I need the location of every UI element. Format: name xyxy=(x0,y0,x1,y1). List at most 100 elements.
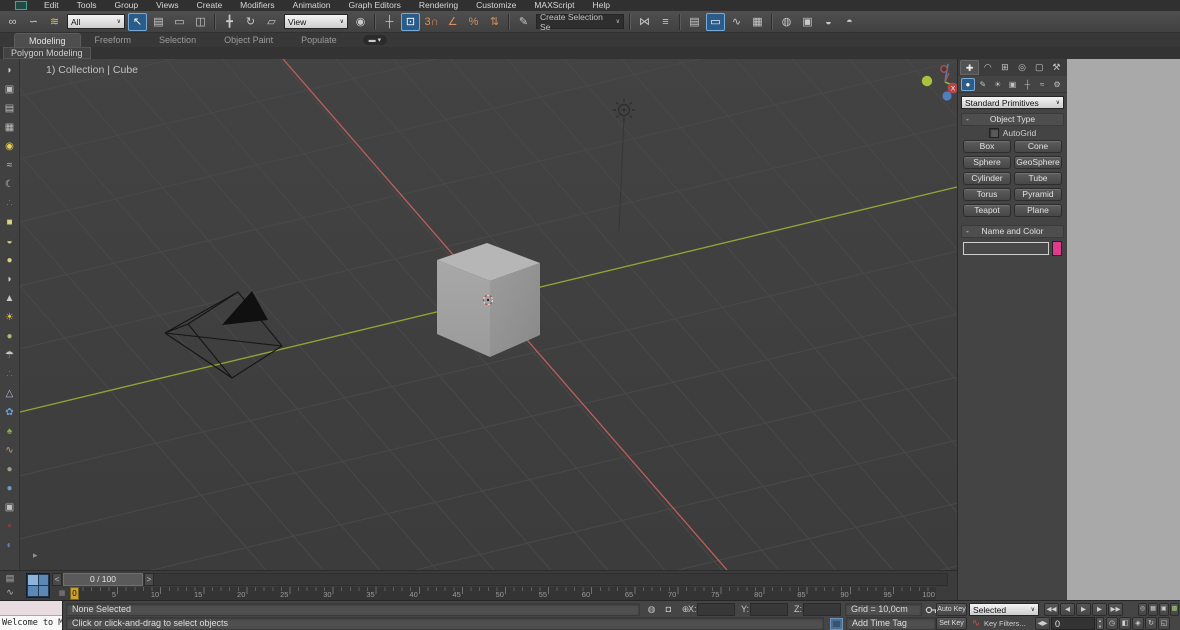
list-panel-icon[interactable]: ▤ xyxy=(2,99,18,118)
panel-toggle-icon[interactable]: ▤ xyxy=(2,572,18,585)
tab-motion-icon[interactable]: ◎ xyxy=(1014,60,1031,75)
layer-manager-icon[interactable]: ▤ xyxy=(685,13,704,31)
subtab-cameras-icon[interactable]: ▣ xyxy=(1006,78,1020,91)
select-and-link-icon[interactable]: ∞ xyxy=(3,13,22,31)
menu-item[interactable]: Create xyxy=(188,0,232,11)
listener-text[interactable]: Welcome to M xyxy=(0,616,62,630)
previous-frame-arrow[interactable]: < xyxy=(52,573,62,586)
frame-spinner[interactable]: ▴ ▾ xyxy=(1096,617,1104,630)
auto-key-button[interactable]: Auto Key xyxy=(936,603,967,616)
render-iterative-icon[interactable]: ◓ xyxy=(840,13,859,31)
viewport-layout-button[interactable] xyxy=(26,573,50,598)
menu-item[interactable]: Animation xyxy=(284,0,340,11)
spinner-snap-icon[interactable]: ⇅ xyxy=(485,13,504,31)
navigation-gizmo[interactable]: X xyxy=(918,60,957,105)
primitive-button[interactable]: GeoSphere xyxy=(1014,156,1062,169)
expand-arrow-icon[interactable]: ▸ xyxy=(33,550,38,561)
render-setup-icon[interactable]: ◍ xyxy=(777,13,796,31)
primitive-button[interactable]: Cone xyxy=(1014,140,1062,153)
rain-icon[interactable]: ☂ xyxy=(2,346,18,365)
y-coordinate-field[interactable] xyxy=(750,603,788,616)
track-bar[interactable]: 5 10 15 20 25 30 35 40 45 50 55 60 65 70 75 80 85 90 95 100… xyxy=(70,587,936,600)
grid-panel-icon[interactable]: ▦ xyxy=(2,118,18,137)
sphere-shaded-icon[interactable]: ◐ xyxy=(2,536,18,555)
current-frame-marker[interactable]: 0 xyxy=(70,587,79,600)
percent-snap-icon[interactable]: % xyxy=(464,13,483,31)
object-type-rollout-header[interactable]: - Object Type xyxy=(961,113,1064,126)
mirror-icon[interactable]: ⋈ xyxy=(635,13,654,31)
use-pivot-point-center-icon[interactable]: ◉ xyxy=(351,13,370,31)
ribbon-tab[interactable]: Populate xyxy=(287,33,351,47)
application-icon[interactable] xyxy=(15,1,27,10)
snap-toggle-3d-icon[interactable]: 3∩ xyxy=(422,13,441,31)
polygon-modeling-panel-button[interactable]: Polygon Modeling xyxy=(3,47,91,59)
key-selection-dropdown[interactable]: Selected ∨ xyxy=(969,603,1039,616)
ribbon-toggle-icon[interactable]: ▭ xyxy=(706,12,725,31)
align-icon[interactable]: ≡ xyxy=(656,13,675,31)
menu-item[interactable]: Rendering xyxy=(410,0,467,11)
dome-primitive-icon[interactable]: ◒ xyxy=(2,232,18,251)
curve-editor-icon[interactable]: ∿ xyxy=(727,13,746,31)
subtab-lights-icon[interactable]: ☀ xyxy=(991,78,1005,91)
time-slider-groove[interactable] xyxy=(52,573,948,586)
angle-snap-icon[interactable]: ∠ xyxy=(443,13,462,31)
spray-icon[interactable]: ≈ xyxy=(2,156,18,175)
select-and-move-icon[interactable]: ╋ xyxy=(220,13,239,31)
previous-frame-icon[interactable]: ◀ xyxy=(1060,603,1075,616)
unlink-selection-icon[interactable]: ∽ xyxy=(24,13,43,31)
object-color-swatch[interactable] xyxy=(1052,241,1062,256)
orbit-icon[interactable]: ↻ xyxy=(1145,617,1157,630)
box-primitive-icon[interactable]: ■ xyxy=(2,213,18,232)
fov-region-icon[interactable]: ◧ xyxy=(1119,617,1131,630)
new-key-tangent-icon[interactable]: ∿ xyxy=(970,617,982,630)
images-icon[interactable]: ▣ xyxy=(2,498,18,517)
time-tag-icon[interactable] xyxy=(830,618,843,630)
sphere-blue-icon[interactable]: ● xyxy=(2,479,18,498)
menu-item[interactable]: Edit xyxy=(35,0,68,11)
cage-gizmo-icon[interactable]: △ xyxy=(2,384,18,403)
menu-item[interactable]: Views xyxy=(147,0,188,11)
time-slider-handle[interactable]: 0 / 100 xyxy=(63,573,143,586)
subtab-spacewarps-icon[interactable]: ≈ xyxy=(1035,78,1049,91)
subtab-helpers-icon[interactable]: ┼ xyxy=(1020,78,1034,91)
z-coordinate-field[interactable] xyxy=(803,603,841,616)
dashed-box-icon[interactable]: ▫ xyxy=(2,517,18,536)
teapot-icon[interactable]: ◗ xyxy=(2,61,18,80)
rock-icon[interactable]: ● xyxy=(2,460,18,479)
subtab-shapes-icon[interactable]: ✎ xyxy=(976,78,990,91)
primitive-button[interactable]: Torus xyxy=(963,188,1011,201)
window-crossing-icon[interactable]: ◫ xyxy=(191,13,210,31)
menu-item[interactable]: Modifiers xyxy=(231,0,283,11)
next-frame-arrow[interactable]: > xyxy=(144,573,154,586)
tab-create-icon[interactable]: ✚ xyxy=(960,60,980,75)
maxscript-mini-listener[interactable]: Welcome to M xyxy=(0,601,63,630)
select-and-manipulate-icon[interactable]: ┼ xyxy=(380,13,399,31)
set-key-button[interactable]: Set Key xyxy=(936,617,967,630)
ribbon-tab[interactable]: Freeform xyxy=(81,33,146,47)
go-to-start-icon[interactable]: ◀◀ xyxy=(1044,603,1059,616)
category-dropdown[interactable]: Standard Primitives ∨ xyxy=(961,96,1064,109)
current-frame-field[interactable]: 0 xyxy=(1051,617,1095,630)
x-coordinate-field[interactable] xyxy=(697,603,735,616)
selection-lock-icon[interactable]: ◘ xyxy=(662,603,675,616)
menu-item[interactable]: Tools xyxy=(68,0,106,11)
menu-item[interactable]: Help xyxy=(583,0,618,11)
moon-icon[interactable]: ☾ xyxy=(2,175,18,194)
sun-icon[interactable]: ☀ xyxy=(2,308,18,327)
ribbon-tab[interactable]: Selection xyxy=(145,33,210,47)
select-by-name-icon[interactable]: ▤ xyxy=(149,13,168,31)
pan-icon[interactable]: ◈ xyxy=(1132,617,1144,630)
rendered-frame-window-icon[interactable]: ▣ xyxy=(798,13,817,31)
teapot-primitive-icon[interactable]: ◗ xyxy=(2,270,18,289)
lightbulb-icon[interactable]: ◉ xyxy=(2,137,18,156)
add-time-tag-field[interactable]: Add Time Tag xyxy=(846,617,936,630)
tab-hierarchy-icon[interactable]: ⊞ xyxy=(996,60,1013,75)
primitive-button[interactable]: Sphere xyxy=(963,156,1011,169)
fur-icon[interactable]: ∿ xyxy=(2,441,18,460)
keyboard-shortcut-override-icon[interactable]: ⊡ xyxy=(401,12,420,31)
viewport-canvas[interactable]: X 1) Collection | Cube ▸ xyxy=(20,59,957,570)
object-name-input[interactable] xyxy=(963,242,1049,255)
menu-item[interactable]: Graph Editors xyxy=(339,0,409,11)
next-frame-icon[interactable]: ▶ xyxy=(1092,603,1107,616)
zoom-extents-icon[interactable]: ▣ xyxy=(1158,603,1169,616)
